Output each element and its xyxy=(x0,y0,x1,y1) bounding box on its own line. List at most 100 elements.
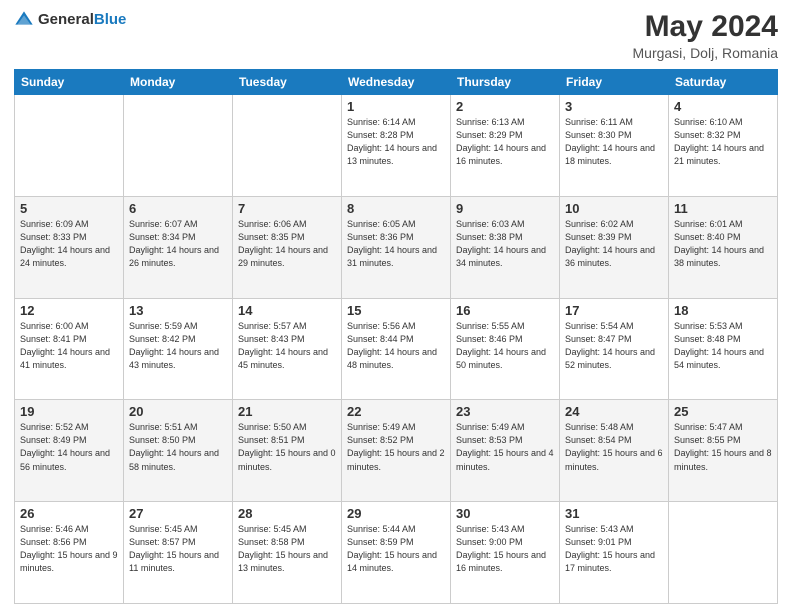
cell-info: Sunrise: 6:13 AMSunset: 8:29 PMDaylight:… xyxy=(456,116,554,168)
cell-info: Sunrise: 5:45 AMSunset: 8:57 PMDaylight:… xyxy=(129,523,227,575)
cell-info: Sunrise: 6:05 AMSunset: 8:36 PMDaylight:… xyxy=(347,218,445,270)
day-number: 15 xyxy=(347,303,445,318)
calendar-week-1: 1Sunrise: 6:14 AMSunset: 8:28 PMDaylight… xyxy=(15,95,778,197)
cell-info: Sunrise: 5:43 AMSunset: 9:01 PMDaylight:… xyxy=(565,523,663,575)
calendar-cell: 21 Sunrise: 5:50 AMSunset: 8:51 PMDayligh… xyxy=(233,400,342,502)
calendar-cell: 25Sunrise: 5:47 AMSunset: 8:55 PMDayligh… xyxy=(669,400,778,502)
cell-info: Sunrise: 6:09 AMSunset: 8:33 PMDaylight:… xyxy=(20,218,118,270)
calendar-cell: 4 Sunrise: 6:10 AMSunset: 8:32 PMDaylight… xyxy=(669,95,778,197)
calendar-cell: 28Sunrise: 5:45 AMSunset: 8:58 PMDayligh… xyxy=(233,502,342,604)
cell-info: Sunrise: 6:02 AMSunset: 8:39 PMDaylight:… xyxy=(565,218,663,270)
calendar-cell: 7 Sunrise: 6:06 AMSunset: 8:35 PMDaylight… xyxy=(233,196,342,298)
day-number: 24 xyxy=(565,404,663,419)
calendar-cell: 11Sunrise: 6:01 AMSunset: 8:40 PMDayligh… xyxy=(669,196,778,298)
cell-info: Sunrise: 5:43 AMSunset: 9:00 PMDaylight:… xyxy=(456,523,554,575)
cell-info: Sunrise: 5:46 AMSunset: 8:56 PMDaylight:… xyxy=(20,523,118,575)
month-year: May 2024 xyxy=(633,10,779,43)
day-number: 14 xyxy=(238,303,336,318)
day-number: 27 xyxy=(129,506,227,521)
calendar-cell: 27 Sunrise: 5:45 AMSunset: 8:57 PMDayligh… xyxy=(124,502,233,604)
calendar-cell: 18 Sunrise: 5:53 AMSunset: 8:48 PMDayligh… xyxy=(669,298,778,400)
cell-info: Sunrise: 6:03 AMSunset: 8:38 PMDaylight:… xyxy=(456,218,554,270)
day-number: 17 xyxy=(565,303,663,318)
calendar-week-3: 12 Sunrise: 6:00 AMSunset: 8:41 PMDayligh… xyxy=(15,298,778,400)
calendar-cell: 23 Sunrise: 5:49 AMSunset: 8:53 PMDayligh… xyxy=(451,400,560,502)
calendar-cell: 15 Sunrise: 5:56 AMSunset: 8:44 PMDayligh… xyxy=(342,298,451,400)
cell-info: Sunrise: 6:00 AMSunset: 8:41 PMDaylight:… xyxy=(20,320,118,372)
location: Murgasi, Dolj, Romania xyxy=(633,45,779,61)
calendar-cell: 29Sunrise: 5:44 AMSunset: 8:59 PMDayligh… xyxy=(342,502,451,604)
logo-general: General xyxy=(38,11,94,28)
day-number: 23 xyxy=(456,404,554,419)
cell-info: Sunrise: 5:47 AMSunset: 8:55 PMDaylight:… xyxy=(674,421,772,473)
day-header-saturday: Saturday xyxy=(669,70,778,95)
day-number: 16 xyxy=(456,303,554,318)
day-number: 30 xyxy=(456,506,554,521)
calendar-cell: 12 Sunrise: 6:00 AMSunset: 8:41 PMDayligh… xyxy=(15,298,124,400)
calendar-cell: 8Sunrise: 6:05 AMSunset: 8:36 PMDaylight… xyxy=(342,196,451,298)
calendar-cell: 30 Sunrise: 5:43 AMSunset: 9:00 PMDayligh… xyxy=(451,502,560,604)
cell-info: Sunrise: 5:49 AMSunset: 8:52 PMDaylight:… xyxy=(347,421,445,473)
cell-info: Sunrise: 5:54 AMSunset: 8:47 PMDaylight:… xyxy=(565,320,663,372)
cell-info: Sunrise: 5:53 AMSunset: 8:48 PMDaylight:… xyxy=(674,320,772,372)
calendar-cell: 17 Sunrise: 5:54 AMSunset: 8:47 PMDayligh… xyxy=(560,298,669,400)
day-number: 31 xyxy=(565,506,663,521)
day-number: 28 xyxy=(238,506,336,521)
calendar-cell xyxy=(669,502,778,604)
calendar-cell: 13Sunrise: 5:59 AMSunset: 8:42 PMDayligh… xyxy=(124,298,233,400)
calendar-cell xyxy=(15,95,124,197)
day-number: 9 xyxy=(456,201,554,216)
cell-info: Sunrise: 5:55 AMSunset: 8:46 PMDaylight:… xyxy=(456,320,554,372)
calendar-cell: 20 Sunrise: 5:51 AMSunset: 8:50 PMDayligh… xyxy=(124,400,233,502)
day-number: 7 xyxy=(238,201,336,216)
cell-info: Sunrise: 6:10 AMSunset: 8:32 PMDaylight:… xyxy=(674,116,772,168)
cell-info: Sunrise: 5:44 AMSunset: 8:59 PMDaylight:… xyxy=(347,523,445,575)
day-number: 26 xyxy=(20,506,118,521)
calendar-cell: 2Sunrise: 6:13 AMSunset: 8:29 PMDaylight… xyxy=(451,95,560,197)
day-number: 19 xyxy=(20,404,118,419)
cell-info: Sunrise: 5:48 AMSunset: 8:54 PMDaylight:… xyxy=(565,421,663,473)
day-number: 4 xyxy=(674,99,772,114)
cell-info: Sunrise: 5:56 AMSunset: 8:44 PMDaylight:… xyxy=(347,320,445,372)
calendar-week-4: 19Sunrise: 5:52 AMSunset: 8:49 PMDayligh… xyxy=(15,400,778,502)
day-number: 21 xyxy=(238,404,336,419)
title-section: May 2024 Murgasi, Dolj, Romania xyxy=(633,10,779,61)
cell-info: Sunrise: 6:01 AMSunset: 8:40 PMDaylight:… xyxy=(674,218,772,270)
header: GeneralBlue May 2024 Murgasi, Dolj, Roma… xyxy=(14,10,778,61)
day-number: 22 xyxy=(347,404,445,419)
cell-info: Sunrise: 5:49 AMSunset: 8:53 PMDaylight:… xyxy=(456,421,554,473)
logo-text: GeneralBlue xyxy=(38,11,126,29)
logo: GeneralBlue xyxy=(14,10,126,30)
calendar-week-2: 5 Sunrise: 6:09 AMSunset: 8:33 PMDaylight… xyxy=(15,196,778,298)
day-number: 5 xyxy=(20,201,118,216)
day-header-thursday: Thursday xyxy=(451,70,560,95)
calendar-cell: 24 Sunrise: 5:48 AMSunset: 8:54 PMDayligh… xyxy=(560,400,669,502)
day-number: 12 xyxy=(20,303,118,318)
calendar-cell: 5 Sunrise: 6:09 AMSunset: 8:33 PMDaylight… xyxy=(15,196,124,298)
cell-info: Sunrise: 5:51 AMSunset: 8:50 PMDaylight:… xyxy=(129,421,227,473)
calendar-header-row: SundayMondayTuesdayWednesdayThursdayFrid… xyxy=(15,70,778,95)
cell-info: Sunrise: 6:11 AMSunset: 8:30 PMDaylight:… xyxy=(565,116,663,168)
calendar-cell: 10Sunrise: 6:02 AMSunset: 8:39 PMDayligh… xyxy=(560,196,669,298)
calendar-cell: 3 Sunrise: 6:11 AMSunset: 8:30 PMDaylight… xyxy=(560,95,669,197)
day-number: 1 xyxy=(347,99,445,114)
day-header-sunday: Sunday xyxy=(15,70,124,95)
logo-blue: Blue xyxy=(94,11,127,28)
calendar-week-5: 26 Sunrise: 5:46 AMSunset: 8:56 PMDayligh… xyxy=(15,502,778,604)
calendar-cell: 9 Sunrise: 6:03 AMSunset: 8:38 PMDaylight… xyxy=(451,196,560,298)
logo-icon xyxy=(14,10,34,30)
day-number: 20 xyxy=(129,404,227,419)
calendar-cell: 16 Sunrise: 5:55 AMSunset: 8:46 PMDayligh… xyxy=(451,298,560,400)
calendar-table: SundayMondayTuesdayWednesdayThursdayFrid… xyxy=(14,69,778,604)
calendar-cell: 26 Sunrise: 5:46 AMSunset: 8:56 PMDayligh… xyxy=(15,502,124,604)
day-header-tuesday: Tuesday xyxy=(233,70,342,95)
calendar-cell: 6Sunrise: 6:07 AMSunset: 8:34 PMDaylight… xyxy=(124,196,233,298)
day-number: 3 xyxy=(565,99,663,114)
cell-info: Sunrise: 6:06 AMSunset: 8:35 PMDaylight:… xyxy=(238,218,336,270)
page: GeneralBlue May 2024 Murgasi, Dolj, Roma… xyxy=(0,0,792,612)
cell-info: Sunrise: 5:50 AMSunset: 8:51 PMDaylight:… xyxy=(238,421,336,473)
day-header-friday: Friday xyxy=(560,70,669,95)
calendar-cell: 22 Sunrise: 5:49 AMSunset: 8:52 PMDayligh… xyxy=(342,400,451,502)
day-header-wednesday: Wednesday xyxy=(342,70,451,95)
day-number: 18 xyxy=(674,303,772,318)
